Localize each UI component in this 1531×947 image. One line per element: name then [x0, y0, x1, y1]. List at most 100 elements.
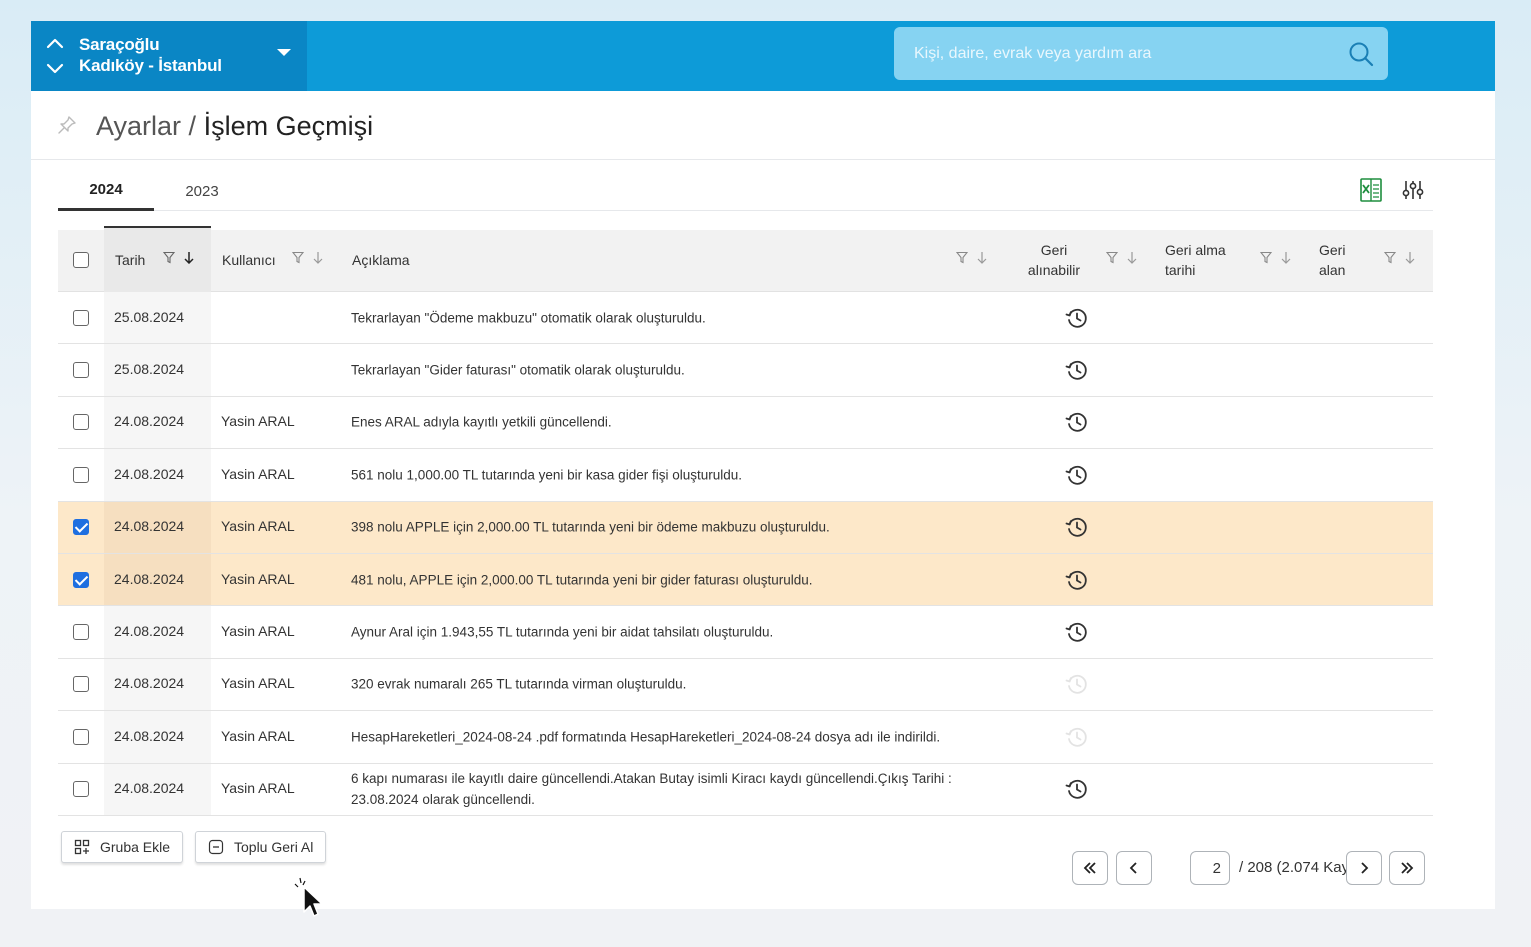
- filter-icon[interactable]: [1260, 251, 1272, 264]
- col-date-header[interactable]: Tarih: [115, 250, 145, 270]
- pin-icon[interactable]: [57, 115, 77, 135]
- last-page-icon: [1401, 862, 1414, 874]
- tab-2024[interactable]: 2024: [58, 171, 154, 211]
- history-icon[interactable]: [1065, 410, 1089, 434]
- prev-page-button[interactable]: [1116, 851, 1152, 885]
- select-all-checkbox[interactable]: [73, 252, 89, 268]
- date-cell: 24.08.2024: [114, 675, 185, 692]
- sort-arrow-icon[interactable]: [1405, 251, 1415, 264]
- last-page-button[interactable]: [1389, 851, 1425, 885]
- date-cell: 24.08.2024: [114, 413, 185, 430]
- sort-arrow-icon[interactable]: [1281, 251, 1291, 264]
- search-box[interactable]: [894, 27, 1388, 80]
- table-row[interactable]: 24.08.2024 Yasin ARAL 398 nolu APPLE için …: [58, 501, 1433, 554]
- history-icon[interactable]: [1065, 515, 1089, 539]
- date-cell: 24.08.2024: [114, 623, 185, 640]
- chevron-down-icon[interactable]: [45, 58, 65, 78]
- page-info: / 208 (2.074 Kayıt): [1239, 859, 1363, 876]
- year-tabs: 2024 2023: [58, 171, 1433, 211]
- search-input[interactable]: [894, 27, 1334, 80]
- col-revertible-line1: Geri: [1040, 242, 1068, 258]
- row-checkbox[interactable]: [73, 728, 89, 745]
- row-checkbox[interactable]: [73, 519, 89, 536]
- row-checkbox[interactable]: [73, 624, 89, 641]
- filter-icon[interactable]: [292, 251, 304, 264]
- next-page-button[interactable]: [1346, 851, 1382, 885]
- site-switch-arrows[interactable]: [45, 34, 65, 78]
- tab-2023[interactable]: 2023: [166, 171, 238, 211]
- caret-down-icon[interactable]: [276, 48, 292, 58]
- add-to-group-label: Gruba Ekle: [100, 839, 171, 855]
- col-revertible-header[interactable]: Geri alınabilir: [1024, 240, 1084, 280]
- description-cell: 320 evrak numaralı 265 TL tutarında virm…: [351, 676, 687, 692]
- title-row: Ayarlar / İşlem Geçmişi: [31, 91, 1495, 160]
- prev-page-icon: [1129, 862, 1137, 874]
- history-icon[interactable]: [1065, 306, 1089, 330]
- row-checkbox[interactable]: [73, 362, 89, 379]
- row-checkbox[interactable]: [73, 309, 89, 326]
- description-cell: 481 nolu, APPLE için 2,000.00 TL tutarın…: [351, 572, 813, 588]
- sort-arrow-icon[interactable]: [977, 251, 987, 264]
- sort-arrow-icon[interactable]: [1127, 251, 1137, 264]
- date-cell: 25.08.2024: [114, 361, 185, 378]
- page-number-input[interactable]: [1190, 851, 1230, 885]
- user-cell: Yasin ARAL: [221, 465, 295, 482]
- table-row[interactable]: 25.08.2024 Tekrarlayan "Gider faturası" o…: [58, 344, 1433, 397]
- sort-arrow-icon[interactable]: [313, 251, 323, 264]
- date-cell: 24.08.2024: [114, 727, 185, 744]
- table-row[interactable]: 24.08.2024 Yasin ARAL Enes ARAL adıyla kay…: [58, 396, 1433, 450]
- add-to-group-button[interactable]: Gruba Ekle: [61, 831, 184, 863]
- chevron-up-icon[interactable]: [45, 34, 65, 54]
- sort-arrow-icon[interactable]: [184, 251, 194, 264]
- table-row[interactable]: 24.08.2024 Yasin ARAL Aynur Aral için 1.94…: [58, 606, 1433, 659]
- bulk-revert-label: Toplu Geri Al: [234, 839, 314, 855]
- row-checkbox[interactable]: [73, 781, 89, 798]
- table-row[interactable]: 24.08.2024 Yasin ARAL 481 nolu, APPLE için…: [58, 553, 1433, 607]
- date-cell: 24.08.2024: [114, 570, 185, 587]
- group-add-icon: [74, 839, 90, 855]
- filter-icon[interactable]: [1384, 251, 1396, 264]
- first-page-icon: [1083, 862, 1096, 874]
- mouse-cursor-icon: [294, 877, 323, 917]
- search-icon[interactable]: [1348, 41, 1374, 67]
- row-checkbox[interactable]: [73, 571, 89, 588]
- history-icon[interactable]: [1065, 358, 1089, 382]
- row-checkbox[interactable]: [73, 414, 89, 431]
- breadcrumb-parent[interactable]: Ayarlar /: [96, 111, 196, 141]
- excel-export-icon[interactable]: [1357, 176, 1385, 204]
- table-row[interactable]: 24.08.2024 Yasin ARAL 320 evrak numaralı 2…: [58, 658, 1433, 712]
- table-row[interactable]: 24.08.2024 Yasin ARAL 6 kapı numarası ile …: [58, 763, 1433, 816]
- row-checkbox[interactable]: [73, 466, 89, 483]
- description-cell: Enes ARAL adıyla kayıtlı yetkili güncell…: [351, 414, 612, 430]
- filter-icon[interactable]: [1106, 251, 1118, 264]
- history-table: Tarih Kullanıcı Açıklama Geri alınabilir: [58, 226, 1433, 816]
- breadcrumb: Ayarlar / İşlem Geçmişi: [96, 111, 373, 142]
- col-revert-date-header[interactable]: Geri alma tarihi: [1165, 240, 1226, 280]
- site-location: Kadıköy - İstanbul: [79, 56, 222, 75]
- col-desc-header[interactable]: Açıklama: [352, 250, 410, 270]
- first-page-button[interactable]: [1072, 851, 1108, 885]
- table-body: 25.08.2024 Tekrarlayan "Ödeme makbuzu" ot…: [58, 292, 1433, 816]
- top-bar: Saraçoğlu Kadıköy - İstanbul: [31, 21, 1495, 91]
- user-cell: Yasin ARAL: [221, 570, 295, 587]
- col-user-header[interactable]: Kullanıcı: [222, 250, 276, 270]
- user-cell: Yasin ARAL: [221, 413, 295, 430]
- site-selector[interactable]: Saraçoğlu Kadıköy - İstanbul: [31, 21, 307, 91]
- table-row[interactable]: 24.08.2024 Yasin ARAL HesapHareketleri_202…: [58, 711, 1433, 764]
- history-icon[interactable]: [1065, 620, 1089, 644]
- table-row[interactable]: 25.08.2024 Tekrarlayan "Ödeme makbuzu" ot…: [58, 292, 1433, 345]
- history-icon[interactable]: [1065, 463, 1089, 487]
- date-cell: 24.08.2024: [114, 780, 185, 797]
- bulk-revert-button[interactable]: Toplu Geri Al: [195, 831, 327, 863]
- history-icon[interactable]: [1065, 777, 1089, 801]
- next-page-icon: [1361, 862, 1369, 874]
- row-checkbox[interactable]: [73, 676, 89, 693]
- col-revertible-line2: alınabilir: [1027, 262, 1081, 278]
- column-settings-icon[interactable]: [1401, 176, 1425, 204]
- table-row[interactable]: 24.08.2024 Yasin ARAL 561 nolu 1,000.00 TL…: [58, 449, 1433, 502]
- filter-icon[interactable]: [163, 251, 175, 264]
- filter-icon[interactable]: [956, 251, 968, 264]
- history-icon[interactable]: [1065, 568, 1089, 592]
- col-reverted-by-header[interactable]: Geri alan: [1319, 240, 1345, 280]
- date-cell: 24.08.2024: [114, 518, 185, 535]
